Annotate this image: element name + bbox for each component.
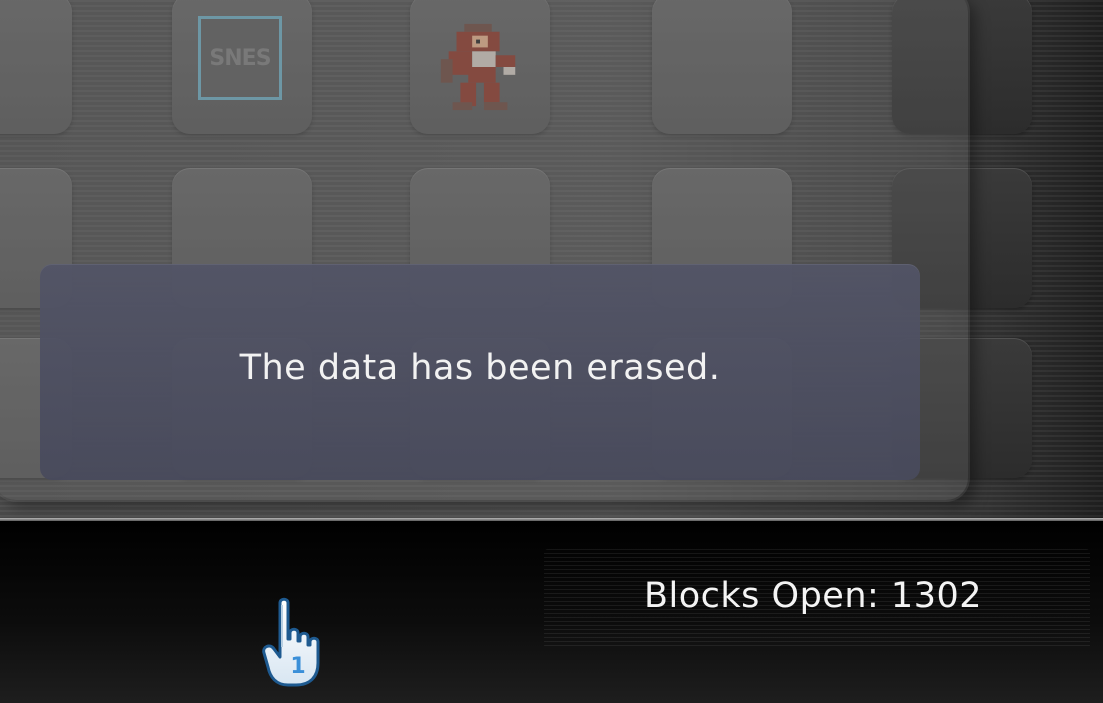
message-dialog: The data has been erased.: [40, 264, 920, 480]
bottom-bar: Blocks Open: 1302: [0, 521, 1103, 703]
player-number: 1: [290, 654, 305, 679]
channel-grid: ports SNES: [0, 0, 1103, 518]
dialog-message: The data has been erased.: [239, 348, 721, 388]
blocks-open-counter: Blocks Open: 1302: [644, 576, 982, 616]
hand-pointer-icon: 1: [262, 597, 320, 687]
blocks-open-panel: Blocks Open: 1302: [544, 549, 1090, 649]
